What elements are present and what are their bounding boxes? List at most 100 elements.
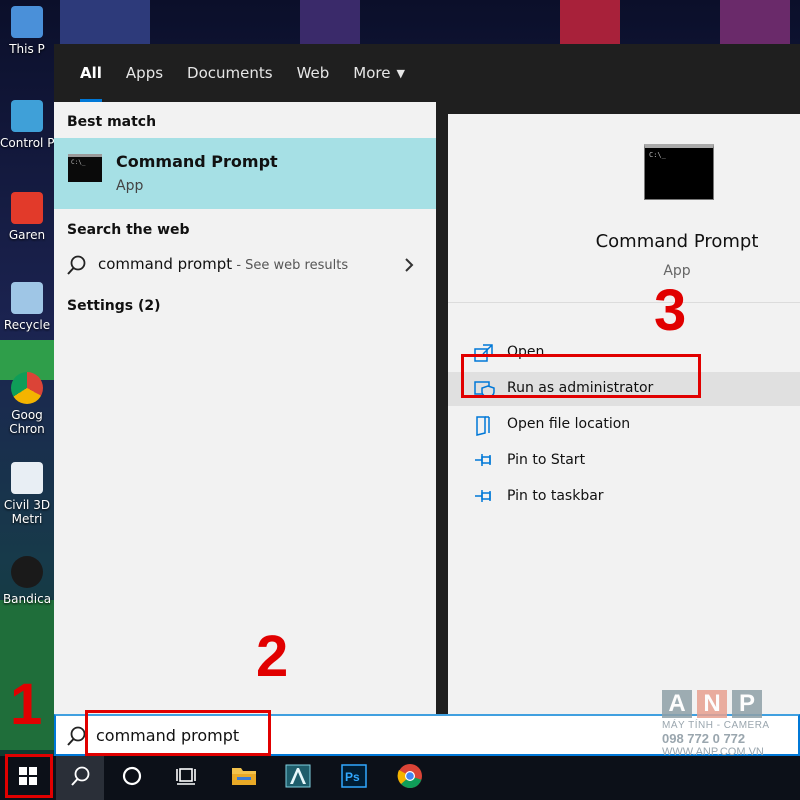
watermark-tagline: MÁY TÍNH - CAMERA (662, 720, 770, 731)
tab-all[interactable]: All (68, 44, 114, 102)
search-filter-tabs: All Apps Documents Web More ▼ (54, 44, 800, 102)
action-label: Run as administrator (507, 380, 654, 396)
desktop-icon-label: Goog (11, 408, 43, 422)
desktop-icon-label: Civil 3D (3, 498, 51, 512)
photoshop-button[interactable]: Ps (330, 756, 378, 800)
chevron-right-icon (404, 257, 414, 277)
tab-label: All (80, 64, 102, 82)
this-pc-icon (11, 6, 43, 38)
pin-icon (474, 488, 496, 508)
web-query-suffix: - See web results (232, 258, 349, 273)
wallpaper-building (720, 0, 790, 44)
preview-app-title: Command Prompt (595, 231, 759, 252)
tab-label: Documents (187, 64, 273, 82)
action-pin-to-taskbar[interactable]: Pin to taskbar (448, 480, 800, 514)
garena-icon (11, 192, 43, 224)
start-button[interactable] (4, 756, 52, 800)
search-web-heading: Search the web (67, 222, 190, 238)
action-open-file-location[interactable]: Open file location (448, 408, 800, 442)
task-view-button[interactable] (162, 756, 210, 800)
folder-icon (231, 765, 257, 791)
watermark-phone: 098 772 0 772 (662, 731, 746, 746)
tab-more[interactable]: More ▼ (341, 44, 417, 102)
search-input[interactable] (96, 722, 496, 748)
desktop-icon-label: This P (9, 42, 45, 56)
desktop-icon-label: Control P (0, 136, 54, 150)
pin-icon (474, 452, 496, 472)
web-search-result[interactable]: command prompt - See web results (54, 248, 436, 282)
preview-pane: C:\_ Command Prompt App Open Run as admi… (448, 114, 800, 714)
chrome-shortcut-icon (11, 372, 43, 404)
svg-text:Ps: Ps (345, 770, 360, 784)
file-location-icon (474, 416, 492, 440)
search-icon (66, 254, 88, 280)
desktop-icon-label: Metri (11, 512, 43, 526)
tab-label: Web (296, 64, 330, 82)
desktop-icon-label: Chron (9, 422, 45, 436)
tab-web[interactable]: Web (285, 44, 342, 102)
wallpaper-building (60, 0, 150, 44)
icon-text: C:\_ (649, 151, 666, 159)
action-pin-to-start[interactable]: Pin to Start (448, 444, 800, 478)
web-query-text: command prompt (98, 255, 233, 273)
action-open[interactable]: Open (448, 336, 800, 370)
best-match-heading: Best match (67, 114, 157, 130)
settings-heading[interactable]: Settings (2) (67, 298, 161, 314)
open-icon (474, 344, 494, 366)
chevron-down-icon: ▼ (396, 66, 405, 80)
shield-icon (474, 380, 496, 402)
autocad-button[interactable] (274, 756, 322, 800)
autocad-icon (285, 764, 311, 792)
desktop-icon-garena[interactable]: Garen (0, 192, 54, 242)
annotation-step-1: 1 (10, 672, 43, 737)
wallpaper-building (300, 0, 360, 44)
results-list: Best match C:\_ Command Prompt App Searc… (54, 102, 436, 714)
anp-watermark: ANP MÁY TÍNH - CAMERA 098 772 0 772 WWW.… (662, 690, 792, 758)
control-panel-icon (11, 100, 43, 132)
icon-text: C:\_ (71, 159, 86, 166)
taskbar-search-button[interactable] (56, 756, 104, 800)
desktop-icon-bandicam[interactable]: Bandica (0, 556, 54, 606)
search-icon (66, 725, 88, 751)
desktop-icon-recycle-bin[interactable]: Recycle (0, 282, 54, 332)
chrome-button[interactable] (386, 756, 434, 800)
action-label: Pin to Start (507, 452, 586, 468)
watermark-letter: A (662, 690, 692, 718)
cortana-icon (121, 765, 143, 791)
desktop-icon-control-panel[interactable]: Control P (0, 100, 54, 150)
task-view-icon (175, 766, 197, 790)
desktop-icon-this-pc[interactable]: This P (0, 6, 54, 56)
desktop-icon-label: Garen (8, 228, 46, 242)
tab-apps[interactable]: Apps (114, 44, 175, 102)
best-match-result[interactable]: C:\_ Command Prompt App (54, 138, 436, 209)
windows-logo-icon (19, 767, 37, 789)
civil3d-icon (11, 462, 43, 494)
chrome-icon (397, 763, 423, 793)
best-match-subtitle: App (116, 178, 144, 194)
annotation-step-3: 3 (654, 278, 687, 343)
command-prompt-large-icon: C:\_ (644, 144, 714, 200)
panel-divider (436, 102, 448, 714)
command-prompt-icon: C:\_ (68, 154, 102, 182)
tab-documents[interactable]: Documents (175, 44, 285, 102)
search-icon (69, 765, 91, 791)
watermark-letter: N (697, 690, 727, 718)
preview-app-subtitle: App (663, 263, 691, 279)
action-run-as-administrator[interactable]: Run as administrator (448, 372, 800, 406)
action-label: Open (507, 344, 545, 360)
annotation-step-2: 2 (256, 624, 289, 689)
photoshop-icon: Ps (341, 764, 367, 792)
cortana-button[interactable] (108, 756, 156, 800)
desktop-icon-label: Bandica (2, 592, 52, 606)
preview-divider (448, 302, 800, 303)
start-search-panel: All Apps Documents Web More ▼ Best match … (54, 44, 800, 714)
action-label: Open file location (507, 416, 631, 432)
desktop-icon-chrome[interactable]: Goog Chron (0, 372, 54, 436)
tab-label: More (353, 64, 391, 82)
wallpaper-building (560, 0, 620, 44)
file-explorer-button[interactable] (220, 756, 268, 800)
recycle-bin-icon (11, 282, 43, 314)
bandicam-icon (11, 556, 43, 588)
desktop-icon-civil3d[interactable]: Civil 3D Metri (0, 462, 54, 526)
watermark-website: WWW.ANP.COM.VN (662, 746, 764, 758)
